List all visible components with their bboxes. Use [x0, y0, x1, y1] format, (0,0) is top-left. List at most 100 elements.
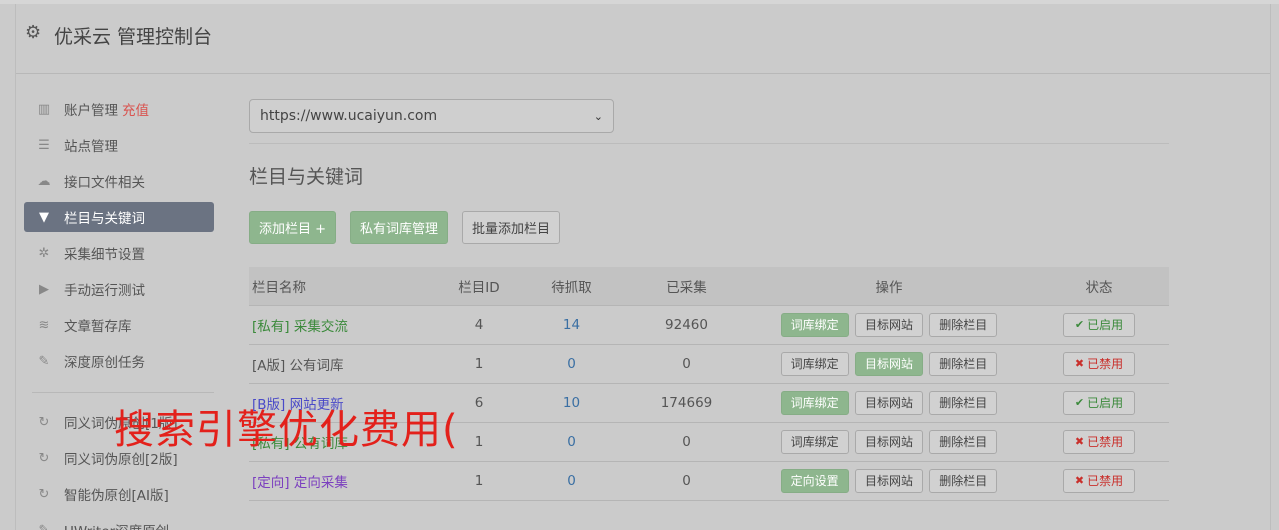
- sidebar-divider: [32, 392, 214, 393]
- delete-column-button[interactable]: 删除栏目: [929, 429, 998, 454]
- sidebar: ▥ 账户管理 充值 ☰ 站点管理 ☁ 接口文件相关 ▼ 栏目与关键词 ✲ 采集细…: [24, 94, 214, 530]
- bind-lib-button[interactable]: 词库绑定: [780, 429, 849, 454]
- check-icon: ✔: [1074, 396, 1085, 409]
- status-toggle[interactable]: ✔ 已启用: [1063, 312, 1135, 337]
- edit-icon: ✎: [38, 522, 50, 530]
- sidebar-item-columns[interactable]: ▼ 栏目与关键词: [24, 202, 214, 232]
- sidebar-item-label: 采集细节设置: [64, 247, 145, 263]
- status-toggle[interactable]: ✔ 已启用: [1063, 390, 1135, 415]
- sidebar-item-label: UWriter深度原创: [64, 520, 169, 530]
- sidebar-item-label: 接口文件相关: [64, 175, 145, 191]
- target-site-button[interactable]: 目标网站: [854, 390, 923, 415]
- table-row: [私有] 采集交流 4 14 92460 词库绑定 目标网站 删除栏目 ✔ 已启用: [249, 305, 1169, 345]
- sidebar-item-deep-original[interactable]: ✎ 深度原创任务: [24, 346, 214, 376]
- check-icon: ✔: [1074, 318, 1085, 331]
- column-id: 1: [439, 344, 519, 384]
- bind-lib-button[interactable]: 词库绑定: [780, 312, 849, 337]
- batch-add-button[interactable]: 批量添加栏目: [462, 211, 561, 244]
- edit-icon: ✎: [38, 353, 50, 369]
- col-header-collected: 已采集: [624, 267, 749, 306]
- column-actions: 定向设置 目标网站 删除栏目: [749, 461, 1029, 501]
- site-select-value: https://www.ucaiyun.com: [260, 108, 438, 124]
- target-site-button[interactable]: 目标网站: [854, 312, 923, 337]
- section-title: 栏目与关键词: [249, 166, 364, 188]
- sidebar-item-label: 账户管理: [64, 103, 118, 119]
- column-name[interactable]: [私有] 采集交流: [249, 305, 439, 345]
- database-icon: ≋: [38, 317, 50, 333]
- target-site-button[interactable]: 目标网站: [854, 468, 923, 493]
- direct-settings-button[interactable]: 定向设置: [780, 468, 849, 493]
- close-icon: ✖: [1074, 357, 1085, 370]
- column-pending[interactable]: 14: [519, 305, 624, 345]
- status-label: 已禁用: [1087, 474, 1124, 488]
- sidebar-item-manual-run[interactable]: ▶ 手动运行测试: [24, 274, 214, 304]
- bind-lib-button[interactable]: 词库绑定: [780, 390, 849, 415]
- sidebar-item-label: 栏目与关键词: [64, 211, 145, 227]
- sidebar-item-label: 站点管理: [64, 139, 118, 155]
- close-icon: ✖: [1074, 435, 1085, 448]
- bind-lib-button[interactable]: 词库绑定: [780, 351, 849, 376]
- add-column-button[interactable]: 添加栏目 +: [249, 211, 337, 244]
- sidebar-item-article-store[interactable]: ≋ 文章暂存库: [24, 310, 214, 340]
- column-collected: 0: [624, 344, 749, 384]
- cloud-upload-icon: ☁: [37, 173, 51, 189]
- target-site-button[interactable]: 目标网站: [854, 429, 923, 454]
- status-toggle[interactable]: ✖ 已禁用: [1063, 429, 1135, 454]
- delete-column-button[interactable]: 删除栏目: [929, 468, 998, 493]
- column-actions: 词库绑定 目标网站 删除栏目: [749, 305, 1029, 345]
- table-header-row: 栏目名称 栏目ID 待抓取 已采集 操作 状态: [249, 267, 1169, 306]
- close-icon: ✖: [1074, 474, 1085, 487]
- sidebar-item-collect-settings[interactable]: ✲ 采集细节设置: [24, 238, 214, 268]
- overlay-text: 搜索引擎优化费用(: [114, 407, 459, 453]
- column-status: ✔ 已启用: [1029, 383, 1169, 423]
- sidebar-item-label: 深度原创任务: [64, 355, 145, 371]
- column-pending[interactable]: 10: [519, 383, 624, 423]
- recharge-link[interactable]: 充值: [122, 99, 149, 119]
- column-name[interactable]: [定向] 定向采集: [249, 461, 439, 501]
- columns-table: 栏目名称 栏目ID 待抓取 已采集 操作 状态 [私有] 采集交流 4 14 9…: [249, 267, 1169, 501]
- cogs-icon: ✲: [38, 245, 50, 261]
- sidebar-item-account[interactable]: ▥ 账户管理 充值: [24, 94, 214, 124]
- column-actions: 词库绑定 目标网站 删除栏目: [749, 383, 1029, 423]
- sidebar-item-uwriter[interactable]: ✎ UWriter深度原创: [24, 515, 214, 530]
- status-label: 已启用: [1087, 318, 1124, 332]
- target-site-button[interactable]: 目标网站: [854, 351, 923, 376]
- column-collected: 174669: [624, 383, 749, 423]
- column-actions: 词库绑定 目标网站 删除栏目: [749, 422, 1029, 462]
- column-collected: 0: [624, 422, 749, 462]
- column-status: ✖ 已禁用: [1029, 422, 1169, 462]
- gear-icon: ⚙: [25, 22, 42, 43]
- column-actions: 词库绑定 目标网站 删除栏目: [749, 344, 1029, 384]
- page-title: 优采云 管理控制台: [54, 26, 213, 48]
- server-icon: ☰: [38, 137, 50, 153]
- play-circle-icon: ▶: [39, 281, 49, 297]
- column-pending[interactable]: 0: [519, 422, 624, 462]
- sidebar-item-label: 文章暂存库: [64, 319, 132, 335]
- column-pending[interactable]: 0: [519, 344, 624, 384]
- col-header-status: 状态: [1029, 267, 1169, 306]
- sidebar-item-ai[interactable]: ↻ 智能伪原创[AI版]: [24, 479, 214, 509]
- private-lib-button[interactable]: 私有词库管理: [350, 211, 449, 244]
- sidebar-item-sites[interactable]: ☰ 站点管理: [24, 130, 214, 160]
- column-collected: 92460: [624, 305, 749, 345]
- sidebar-item-label: 手动运行测试: [64, 283, 145, 299]
- site-select[interactable]: https://www.ucaiyun.com ⌄: [249, 99, 614, 133]
- status-label: 已禁用: [1087, 435, 1124, 449]
- column-name[interactable]: [A版] 公有词库: [249, 344, 439, 384]
- toolbar: 添加栏目 + 私有词库管理 批量添加栏目: [249, 211, 1169, 244]
- chevron-down-icon: ⌄: [593, 109, 603, 123]
- filter-icon: ▼: [39, 209, 49, 225]
- status-label: 已禁用: [1087, 357, 1124, 371]
- divider: [249, 143, 1169, 144]
- delete-column-button[interactable]: 删除栏目: [929, 312, 998, 337]
- column-status: ✖ 已禁用: [1029, 344, 1169, 384]
- delete-column-button[interactable]: 删除栏目: [929, 390, 998, 415]
- status-toggle[interactable]: ✖ 已禁用: [1063, 351, 1135, 376]
- sidebar-item-interface[interactable]: ☁ 接口文件相关: [24, 166, 214, 196]
- status-toggle[interactable]: ✖ 已禁用: [1063, 468, 1135, 493]
- bar-chart-icon: ▥: [37, 101, 51, 117]
- delete-column-button[interactable]: 删除栏目: [929, 351, 998, 376]
- column-status: ✖ 已禁用: [1029, 461, 1169, 501]
- refresh-icon: ↻: [38, 486, 50, 502]
- column-pending[interactable]: 0: [519, 461, 624, 501]
